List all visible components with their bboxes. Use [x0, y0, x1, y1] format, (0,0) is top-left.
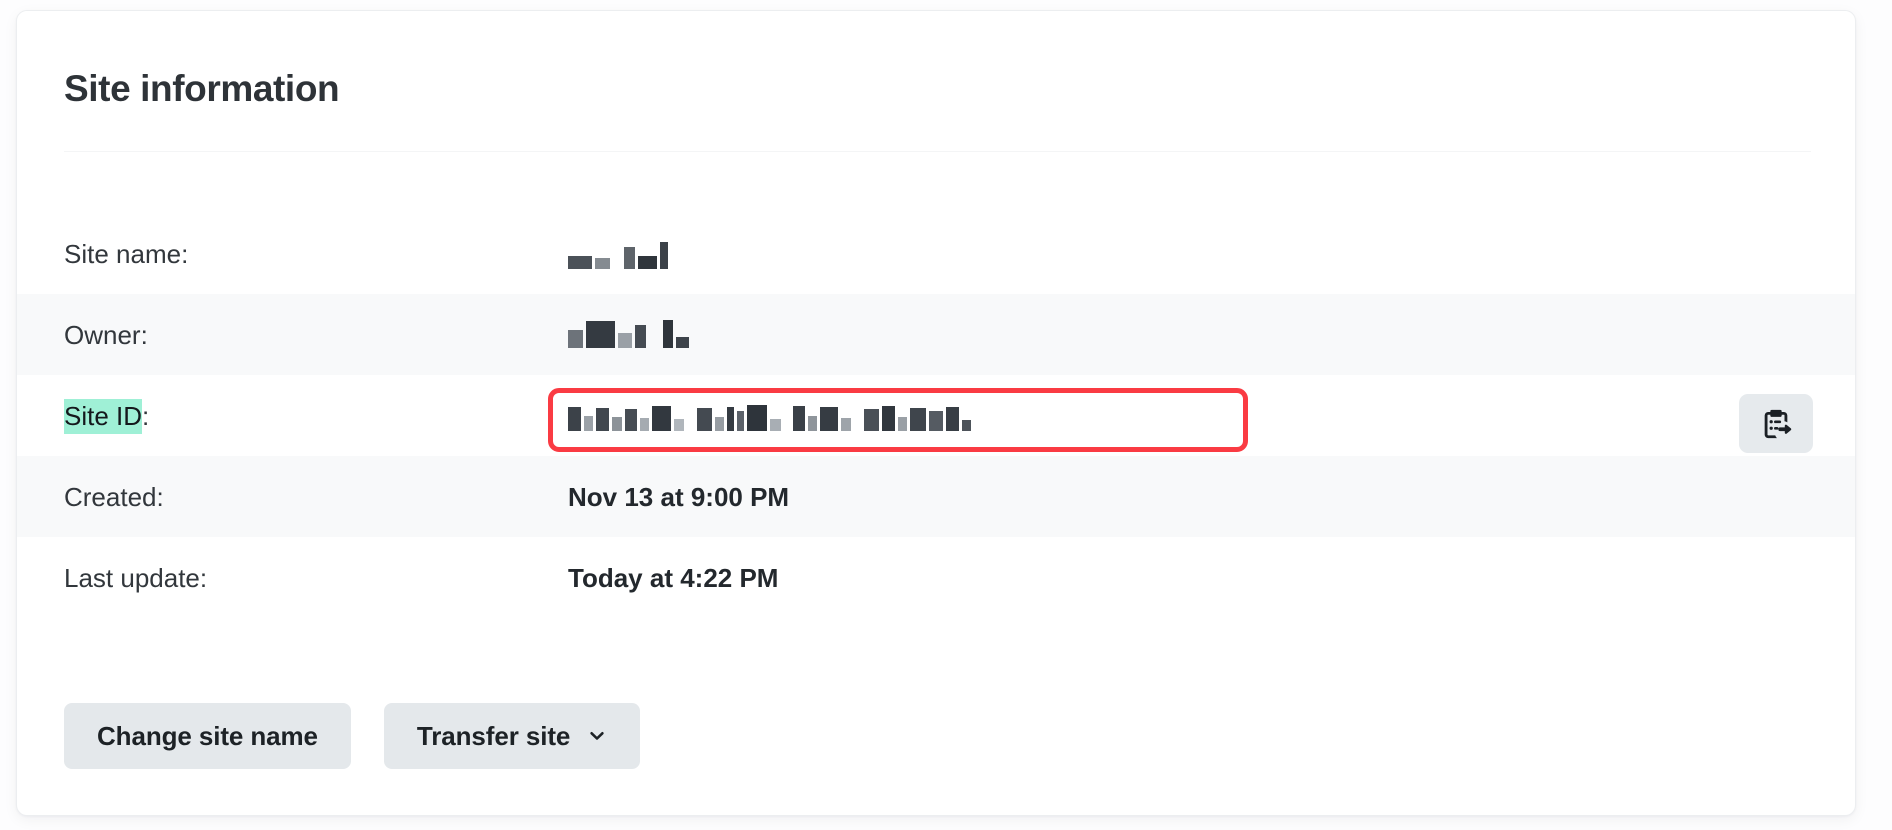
- redacted-site-name-value: [568, 239, 668, 269]
- table-row-owner: Owner:: [17, 294, 1855, 375]
- change-site-name-label: Change site name: [97, 720, 318, 751]
- row-value-created: Nov 13 at 9:00 PM: [568, 481, 790, 512]
- page-title: Site information: [64, 68, 340, 109]
- chevron-down-icon: [587, 726, 607, 746]
- redacted-site-id-value[interactable]: [568, 401, 971, 431]
- row-label-site-id: Site ID:: [64, 398, 149, 434]
- change-site-name-button[interactable]: Change site name: [64, 703, 351, 769]
- redacted-owner-value: [568, 318, 689, 348]
- title-divider: [64, 151, 1811, 152]
- site-info-table: Site name: Owner: Site ID: Created: Nov …: [17, 213, 1855, 618]
- copy-site-id-button[interactable]: [1739, 394, 1813, 453]
- row-label-owner: Owner:: [64, 319, 148, 350]
- table-row-site-id: Site ID:: [17, 375, 1855, 456]
- transfer-site-button[interactable]: Transfer site: [383, 703, 641, 769]
- page-root: Site information Site name: Owner: Site …: [0, 0, 1892, 830]
- row-value-last-update: Today at 4:22 PM: [568, 562, 779, 593]
- table-row-site-name: Site name:: [17, 213, 1855, 294]
- action-buttons: Change site name Transfer site: [64, 703, 641, 769]
- clipboard-paste-icon: [1759, 407, 1793, 441]
- site-information-card: Site information Site name: Owner: Site …: [16, 10, 1856, 816]
- row-label-last-update: Last update:: [64, 562, 208, 593]
- table-row-created: Created: Nov 13 at 9:00 PM: [17, 456, 1855, 537]
- row-label-created: Created:: [64, 481, 164, 512]
- transfer-site-label: Transfer site: [416, 720, 571, 751]
- table-row-last-update: Last update: Today at 4:22 PM: [17, 537, 1855, 618]
- row-label-site-name: Site name:: [64, 238, 189, 269]
- site-id-label-highlight: Site ID: [64, 398, 143, 434]
